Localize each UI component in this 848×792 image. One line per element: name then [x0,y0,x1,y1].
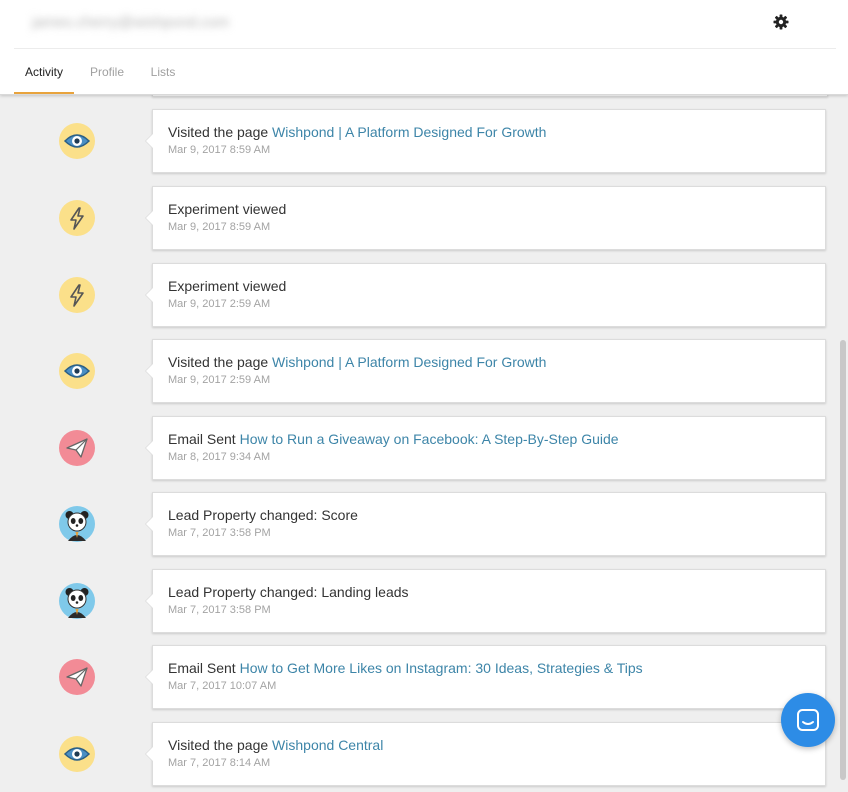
activity-card: Visited the page Wishpond Central Mar 7,… [145,722,826,786]
activity-timestamp: Mar 9, 2017 2:59 AM [168,374,271,386]
activity-title: Email Sent How to Get More Likes on Inst… [168,660,643,676]
activity-card: Email Sent How to Run a Giveaway on Face… [145,416,826,480]
activity-link[interactable]: Wishpond Central [272,737,383,753]
header: james.cherry@wishpond.com Activity Profi… [0,0,848,95]
activity-timestamp: Mar 9, 2017 2:59 AM [168,298,271,310]
eye-icon [59,353,95,389]
user-email: james.cherry@wishpond.com [32,14,229,31]
activity-title: Lead Property changed: Landing leads [168,584,409,600]
activity-card: Visited the page Wishpond | A Platform D… [145,109,826,173]
activity-card: Experiment viewed Mar 9, 2017 8:59 AM [145,186,826,250]
gear-icon[interactable] [772,13,790,31]
tab-activity[interactable]: Activity [14,52,74,94]
activity-item: Lead Property changed: Score Mar 7, 2017… [0,492,848,556]
activity-item: Lead Property changed: Landing leads Mar… [0,569,848,633]
activity-title: Lead Property changed: Score [168,507,358,523]
activity-item: Visited the page Wishpond | A Platform D… [0,109,848,173]
activity-title: Visited the page Wishpond | A Platform D… [168,124,546,140]
activity-text: Email Sent [168,660,240,676]
activity-title: Experiment viewed [168,201,286,217]
activity-title: Experiment viewed [168,278,286,294]
tab-profile[interactable]: Profile [86,52,128,92]
activity-feed[interactable]: Visited the page Wishpond | A Platform D… [0,0,848,792]
paper-plane-icon [59,659,95,695]
activity-card: Lead Property changed: Landing leads Mar… [145,569,826,633]
activity-item: Experiment viewed Mar 9, 2017 2:59 AM [0,263,848,327]
activity-title: Email Sent How to Run a Giveaway on Face… [168,431,619,447]
activity-link[interactable]: How to Get More Likes on Instagram: 30 I… [240,660,643,676]
activity-timestamp: Mar 7, 2017 8:14 AM [168,757,271,769]
activity-card: Lead Property changed: Score Mar 7, 2017… [145,492,826,556]
eye-icon [59,123,95,159]
activity-text: Experiment viewed [168,201,287,217]
header-top-bar: james.cherry@wishpond.com [14,0,836,49]
activity-text: Visited the page [168,354,273,370]
scrollbar[interactable] [840,340,846,780]
activity-item: Experiment viewed Mar 9, 2017 8:59 AM [0,186,848,250]
activity-card: Experiment viewed Mar 9, 2017 2:59 AM [145,263,826,327]
activity-item: Email Sent How to Run a Giveaway on Face… [0,416,848,480]
activity-card: Visited the page Wishpond | A Platform D… [145,339,826,403]
activity-timestamp: Mar 9, 2017 8:59 AM [168,221,271,233]
activity-item: Email Sent How to Get More Likes on Inst… [0,645,848,709]
activity-link[interactable]: Wishpond | A Platform Designed For Growt… [272,124,546,140]
activity-timestamp: Mar 7, 2017 3:58 PM [168,527,271,539]
activity-text: Email Sent [168,431,240,447]
chat-button[interactable] [781,693,835,747]
activity-text: Visited the page [168,737,273,753]
activity-item: Visited the page Wishpond | A Platform D… [0,339,848,403]
lightning-icon [59,277,95,313]
lightning-icon [59,200,95,236]
panda-icon [59,583,95,619]
activity-timestamp: Mar 7, 2017 3:58 PM [168,604,271,616]
activity-timestamp: Mar 8, 2017 9:34 AM [168,451,271,463]
activity-link[interactable]: How to Run a Giveaway on Facebook: A Ste… [240,431,619,447]
activity-text: Visited the page [168,124,273,140]
paper-plane-icon [59,430,95,466]
tab-lists[interactable]: Lists [148,52,178,92]
panda-icon [59,506,95,542]
activity-timestamp: Mar 9, 2017 8:59 AM [168,144,271,156]
activity-link[interactable]: Wishpond | A Platform Designed For Growt… [272,354,546,370]
activity-text: Lead Property changed: Landing leads [168,584,409,600]
activity-card: Email Sent How to Get More Likes on Inst… [145,645,826,709]
activity-title: Visited the page Wishpond Central [168,737,383,753]
activity-text: Experiment viewed [168,278,287,294]
activity-text: Lead Property changed: Score [168,507,358,523]
eye-icon [59,736,95,772]
activity-title: Visited the page Wishpond | A Platform D… [168,354,546,370]
activity-item: Visited the page Wishpond Central Mar 7,… [0,722,848,786]
activity-timestamp: Mar 7, 2017 10:07 AM [168,680,277,692]
